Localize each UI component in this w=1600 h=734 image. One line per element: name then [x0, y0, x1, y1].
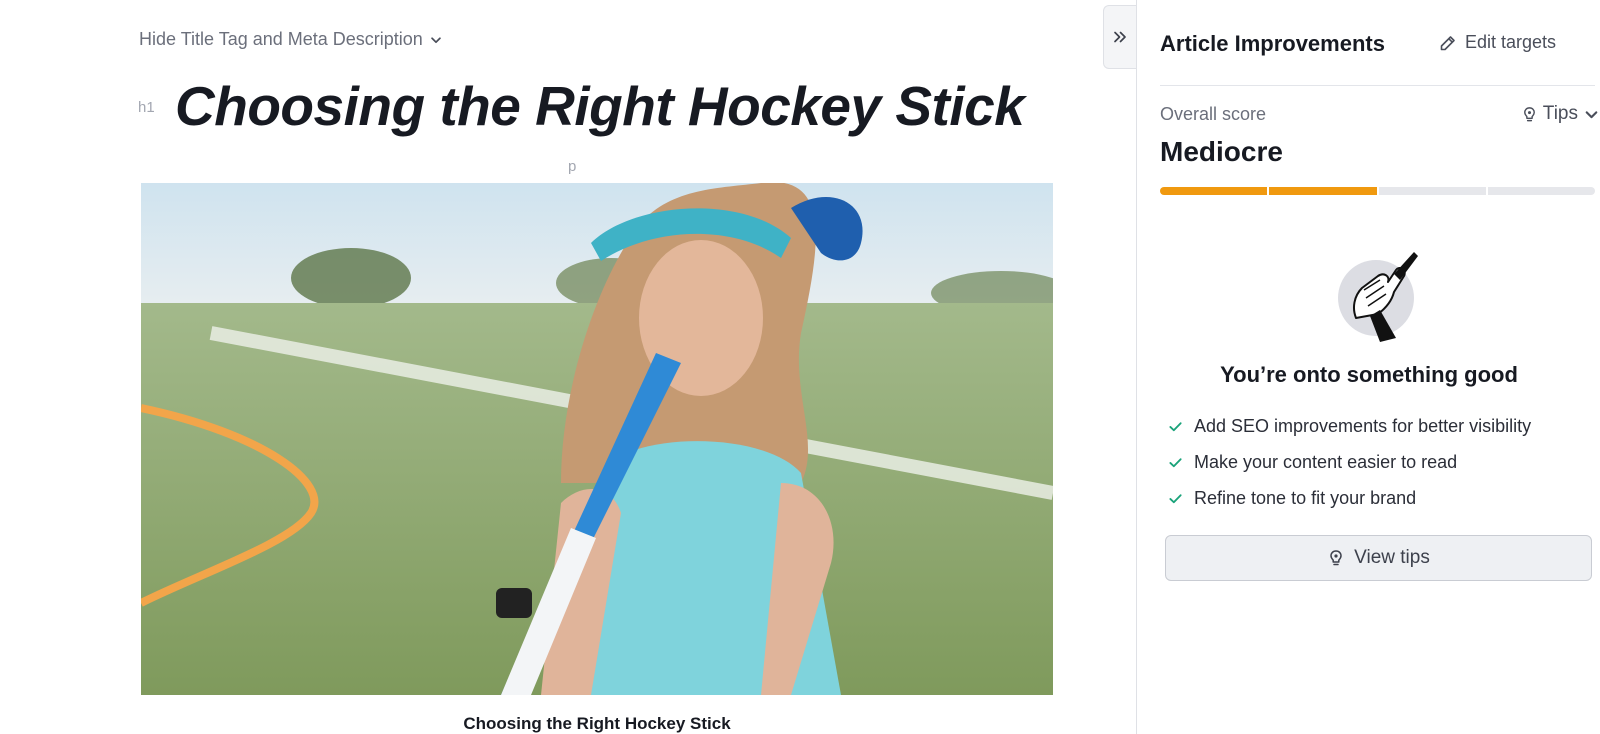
check-icon — [1169, 493, 1182, 503]
score-bar-segment — [1487, 187, 1595, 195]
overall-score-value: Mediocre — [1160, 136, 1283, 167]
p-tag-label: p — [568, 158, 577, 175]
score-bar-segment — [1160, 187, 1268, 195]
check-icon — [1169, 457, 1182, 467]
chevron-down-icon — [431, 36, 441, 43]
feedback-headline: You’re onto something good — [1220, 362, 1518, 387]
hand-holding-pen-illustration — [1338, 252, 1418, 342]
score-bar-segment — [1269, 187, 1377, 195]
h1-tag-label: h1 — [138, 99, 155, 116]
checklist-item: Make your content easier to read — [1168, 444, 1531, 480]
double-chevron-right-icon — [1114, 31, 1126, 43]
tips-label: Tips — [1542, 103, 1578, 124]
panel-title: Article Improvements — [1160, 31, 1385, 56]
chevron-down-icon — [1585, 110, 1598, 118]
checklist-item: Refine tone to fit your brand — [1168, 480, 1531, 516]
checklist-item-label: Refine tone to fit your brand — [1194, 487, 1417, 508]
pencil-icon — [1440, 35, 1455, 50]
lightbulb-icon — [1330, 550, 1342, 566]
edit-targets-button[interactable]: Edit targets — [1439, 32, 1556, 53]
score-bar-segment — [1378, 187, 1486, 195]
improvement-checklist: Add SEO improvements for better visibili… — [1168, 408, 1531, 516]
panel-divider — [1160, 85, 1595, 86]
image-caption[interactable]: Choosing the Right Hockey Stick — [141, 714, 1053, 734]
checklist-item: Add SEO improvements for better visibili… — [1168, 408, 1531, 444]
article-title[interactable]: Choosing the Right Hockey Stick — [175, 74, 1025, 138]
meta-toggle-label: Hide Title Tag and Meta Description — [139, 29, 423, 49]
editor-area: Hide Title Tag and Meta Description h1 C… — [0, 0, 1136, 734]
checklist-item-label: Make your content easier to read — [1194, 451, 1458, 472]
edit-targets-label: Edit targets — [1464, 32, 1556, 52]
tips-dropdown[interactable]: Tips — [1521, 103, 1600, 125]
view-tips-button[interactable]: View tips — [1165, 535, 1592, 581]
check-icon — [1169, 421, 1182, 431]
article-image[interactable] — [141, 183, 1053, 695]
view-tips-label: View tips — [1354, 547, 1430, 568]
article-improvements-panel: Article Improvements Edit targets Overal… — [1136, 0, 1600, 734]
collapse-panel-button[interactable] — [1103, 5, 1136, 69]
checklist-item-label: Add SEO improvements for better visibili… — [1194, 415, 1532, 436]
lightbulb-icon — [1523, 106, 1535, 121]
hockey-player-photo — [141, 183, 1053, 695]
overall-score-label: Overall score — [1160, 104, 1267, 124]
score-progress-bar — [1160, 187, 1595, 195]
hide-meta-toggle[interactable]: Hide Title Tag and Meta Description — [139, 29, 443, 50]
